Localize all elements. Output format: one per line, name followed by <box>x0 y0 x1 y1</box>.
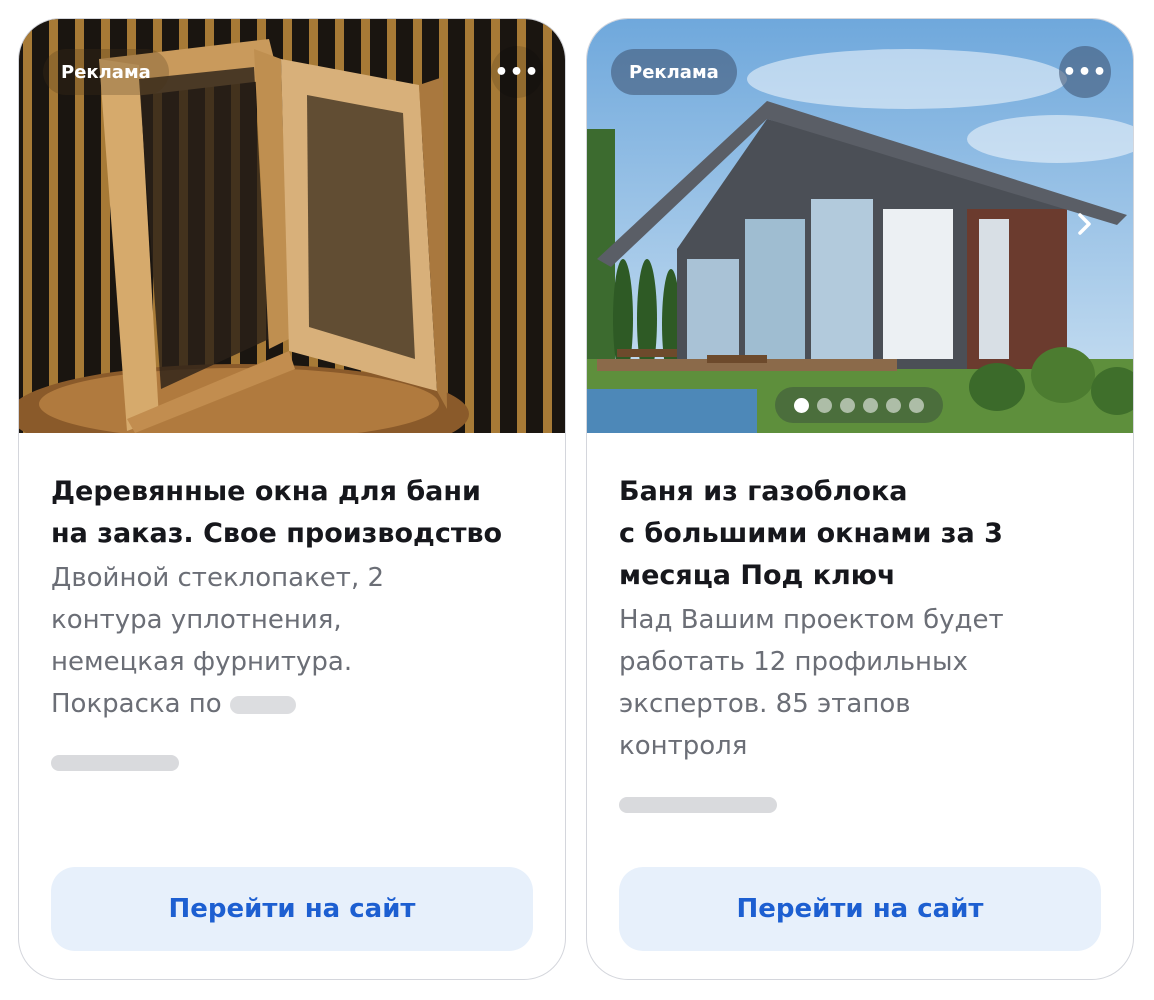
ad-desc-line: Над Вашим проектом будет <box>619 605 1004 635</box>
more-options-button[interactable]: ••• <box>1059 46 1111 98</box>
domain-placeholder <box>51 755 179 771</box>
wall-slat <box>465 19 474 433</box>
wall-slat <box>23 19 32 433</box>
ad-title-line: месяца Под ключ <box>619 560 896 591</box>
ad-desc-line: немецкая фурнитура. <box>51 647 353 677</box>
more-options-button[interactable]: ••• <box>491 46 543 98</box>
ad-desc-line: Двойной стеклопакет, 2 <box>51 563 385 593</box>
redacted-text <box>229 695 296 714</box>
ad-card-windows[interactable]: Реклама ••• Деревянные окна для бани на … <box>18 18 566 980</box>
ad-desc-line: работать 12 профильных <box>619 647 968 677</box>
carousel-pagination <box>775 387 943 423</box>
ad-badge: Реклама <box>43 49 169 95</box>
carousel-dot[interactable] <box>863 397 878 413</box>
ad-title-line: Деревянные окна для бани <box>51 476 481 507</box>
ad-description: Двойной стеклопакет, 2 контура уплотнени… <box>51 557 533 725</box>
ad-title[interactable]: Деревянные окна для бани на заказ. Свое … <box>51 471 533 555</box>
ad-content: Баня из газоблока с большими окнами за 3… <box>619 471 1101 813</box>
ad-badge: Реклама <box>611 49 737 95</box>
ad-content: Деревянные окна для бани на заказ. Свое … <box>51 471 533 771</box>
ad-title-line: на заказ. Свое производство <box>51 518 503 549</box>
wall-slat <box>543 19 552 433</box>
ad-description: Над Вашим проектом будет работать 12 про… <box>619 599 1101 767</box>
ad-desc-line: экспертов. 85 этапов <box>619 689 911 719</box>
visit-site-button[interactable]: Перейти на сайт <box>51 867 533 951</box>
carousel-dot[interactable] <box>840 397 855 413</box>
ad-title[interactable]: Баня из газоблока с большими окнами за 3… <box>619 471 1101 597</box>
carousel-dot[interactable] <box>886 397 901 413</box>
ad-title-line: Баня из газоблока <box>619 476 908 507</box>
visit-site-button[interactable]: Перейти на сайт <box>619 867 1101 951</box>
ad-desc-line: Покраска по <box>51 689 222 719</box>
ad-desc-line: контроля <box>619 731 748 761</box>
ad-card-bathhouse[interactable]: Реклама ••• Баня из газоблока с большими… <box>586 18 1134 980</box>
carousel-dot[interactable] <box>817 397 832 413</box>
ad-desc-line: контура уплотнения, <box>51 605 342 635</box>
ad-image-wooden-window[interactable]: Реклама ••• <box>19 19 565 433</box>
ad-title-line: с большими окнами за 3 <box>619 518 1003 549</box>
domain-placeholder <box>619 797 777 813</box>
ad-image-house[interactable]: Реклама ••• <box>587 19 1133 433</box>
carousel-dot[interactable] <box>909 397 924 413</box>
carousel-dot[interactable] <box>794 397 809 413</box>
chevron-right-icon[interactable] <box>1065 204 1105 244</box>
